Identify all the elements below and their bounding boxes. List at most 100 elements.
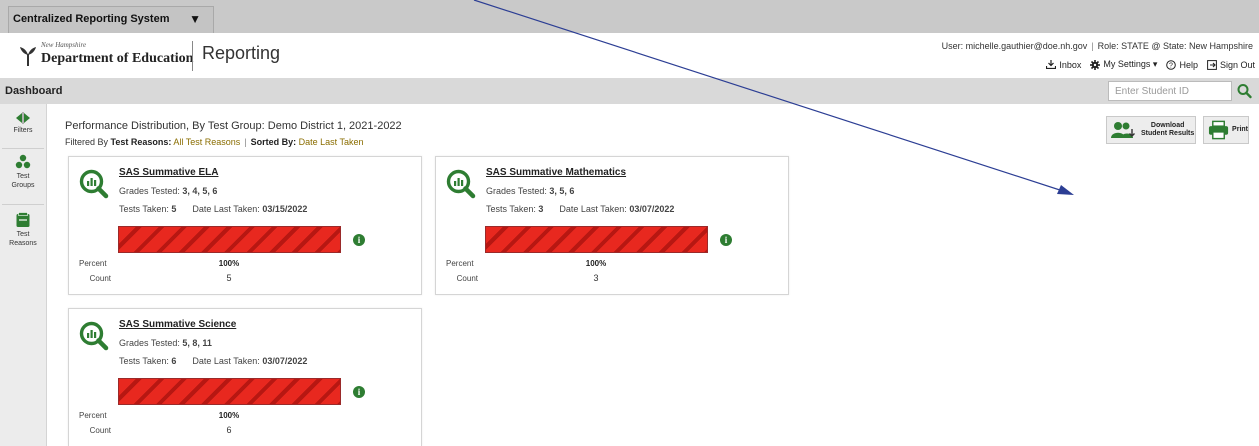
info-icon[interactable]: i [720, 234, 732, 246]
date-last-taken-label: Date Last Taken: [559, 204, 627, 214]
count-value: 5 [226, 273, 232, 283]
count-label: Count [89, 426, 111, 435]
percent-value: 100% [585, 259, 607, 268]
test-reasons-value[interactable]: All Test Reasons [173, 137, 240, 147]
logo-icon [20, 47, 36, 66]
inbox-link[interactable]: Inbox [1046, 59, 1081, 70]
tests-taken-label: Tests Taken: [486, 204, 536, 214]
app-title: Reporting [202, 43, 281, 63]
magnifier-chart-icon [446, 169, 476, 199]
user-info: User: michelle.gauthier@doe.nh.gov | Role:… [941, 41, 1253, 51]
settings-link[interactable]: My Settings ▾ [1090, 59, 1157, 70]
search-icon[interactable] [1235, 82, 1255, 100]
card-title[interactable]: SAS Summative Science [119, 319, 236, 330]
info-icon[interactable]: i [353, 386, 365, 398]
performance-bar[interactable] [118, 226, 341, 253]
test-group-card: SAS Summative Mathematics Grades Tested:… [435, 156, 789, 295]
tests-taken-value: 6 [171, 356, 177, 366]
tests-taken-value: 5 [171, 204, 177, 214]
download-label-1: Download [1150, 122, 1185, 129]
count-value: 6 [226, 425, 232, 435]
settings-label: My Settings ▾ [1103, 59, 1158, 69]
tests-info: Tests Taken: 3 Date Last Taken: 03/07/202… [486, 204, 674, 214]
rail-test-groups-label-2: Groups [11, 182, 35, 189]
student-id-input[interactable] [1108, 81, 1232, 101]
test-reasons-icon [16, 212, 30, 227]
sorted-by-value[interactable]: Date Last Taken [299, 137, 364, 147]
download-student-results-button[interactable]: Download Student Results [1106, 116, 1196, 144]
percent-label: Percent [79, 411, 107, 420]
print-button[interactable]: Print [1203, 116, 1249, 144]
rail-item-test-groups[interactable]: Test Groups [0, 154, 46, 190]
rail-divider [2, 148, 44, 149]
system-selector[interactable]: Centralized Reporting System ▼ [8, 6, 214, 33]
card-title[interactable]: SAS Summative ELA [119, 167, 218, 178]
grades-tested-value: 3, 5, 6 [549, 186, 575, 196]
download-icon [1046, 60, 1057, 69]
info-icon[interactable]: i [353, 234, 365, 246]
sorted-by-label: Sorted By: [250, 137, 297, 147]
grades-tested-value: 3, 4, 5, 6 [182, 186, 218, 196]
tests-taken-value: 3 [538, 204, 544, 214]
grades-tested: Grades Tested: 5, 8, 11 [119, 338, 212, 348]
count-value: 3 [593, 273, 599, 283]
gear-icon [1090, 59, 1101, 70]
system-selector-label: Centralized Reporting System [13, 13, 170, 25]
download-students-icon [1111, 122, 1135, 138]
download-label-2: Student Results [1141, 130, 1195, 137]
dashboard-label: Dashboard [5, 85, 63, 97]
filtered-by-label: Filtered By [65, 137, 109, 147]
rail-test-reasons-label-2: Reasons [9, 240, 37, 247]
signout-link[interactable]: Sign Out [1207, 59, 1255, 70]
help-icon: ? [1166, 59, 1177, 70]
user-label: User: michelle.gauthier@doe.nh.gov [941, 41, 1088, 51]
date-last-taken-label: Date Last Taken: [192, 204, 260, 214]
percent-label: Percent [79, 259, 107, 268]
rail-divider [2, 204, 44, 205]
page-title: Performance Distribution, By Test Group:… [65, 120, 402, 132]
card-title[interactable]: SAS Summative Mathematics [486, 167, 626, 178]
header-links: Inbox My Settings ▾ ? Help Sign Out [1046, 59, 1255, 70]
printer-icon [1208, 120, 1229, 140]
svg-text:?: ? [1170, 62, 1174, 69]
signout-label: Sign Out [1219, 59, 1255, 70]
grades-tested-value: 5, 8, 11 [182, 338, 212, 348]
rail-item-test-reasons[interactable]: Test Reasons [0, 212, 46, 248]
grades-tested: Grades Tested: 3, 5, 6 [486, 186, 574, 196]
rail-test-reasons-label-1: Test [16, 231, 30, 238]
date-last-taken-value: 03/15/2022 [262, 204, 308, 214]
signout-icon [1207, 59, 1217, 70]
inbox-label: Inbox [1059, 59, 1082, 70]
grades-tested: Grades Tested: 3, 4, 5, 6 [119, 186, 217, 196]
tests-info: Tests Taken: 5 Date Last Taken: 03/15/202… [119, 204, 307, 214]
count-label: Count [89, 274, 111, 283]
logo-org: Department of Education [41, 51, 194, 66]
count-label: Count [456, 274, 478, 283]
test-group-card: SAS Summative Science Grades Tested: 5, … [68, 308, 422, 446]
system-bar: Centralized Reporting System ▼ [0, 0, 1259, 33]
filter-summary: Filtered By Test Reasons: All Test Reaso… [65, 137, 364, 147]
tests-taken-label: Tests Taken: [119, 204, 169, 214]
filters-arrows-icon [16, 112, 30, 124]
logo-divider [192, 41, 193, 71]
rail-item-filters[interactable]: Filters [0, 112, 46, 135]
percent-value: 100% [218, 411, 240, 420]
date-last-taken-label: Date Last Taken: [192, 356, 260, 366]
tests-info: Tests Taken: 6 Date Last Taken: 03/07/202… [119, 356, 307, 366]
grades-tested-label: Grades Tested: [119, 186, 180, 196]
percent-value: 100% [218, 259, 240, 268]
print-label: Print [1232, 126, 1248, 133]
test-reasons-label: Test Reasons: [110, 137, 172, 147]
caret-down-icon: ▼ [189, 12, 201, 26]
role-label: Role: STATE @ State: New Hampshire [1097, 41, 1253, 51]
logo-state: New Hampshire [41, 41, 87, 49]
percent-label: Percent [446, 259, 474, 268]
help-link[interactable]: ? Help [1166, 59, 1198, 70]
dashboard-bar: Dashboard [0, 78, 1259, 104]
performance-bar[interactable] [118, 378, 341, 405]
grades-tested-label: Grades Tested: [119, 338, 180, 348]
performance-bar[interactable] [485, 226, 708, 253]
date-last-taken-value: 03/07/2022 [262, 356, 308, 366]
left-rail: Filters Test Groups Test Reasons [0, 104, 47, 446]
rail-test-groups-label-1: Test [16, 173, 30, 180]
